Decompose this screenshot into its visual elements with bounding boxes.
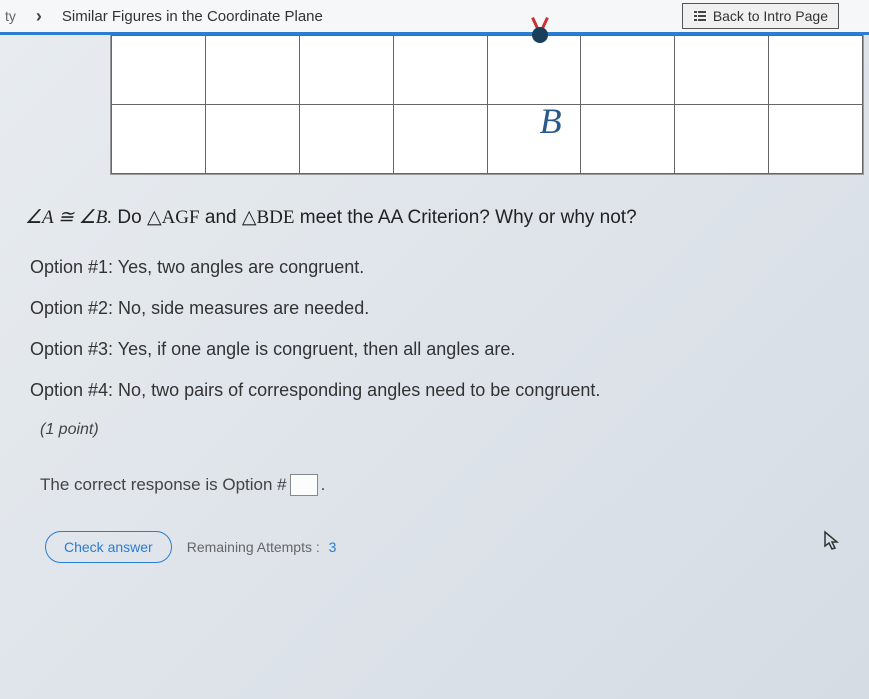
list-icon bbox=[693, 9, 707, 23]
back-to-intro-button[interactable]: Back to Intro Page bbox=[682, 3, 839, 29]
check-answer-button[interactable]: Check answer bbox=[45, 531, 172, 563]
response-suffix: . bbox=[321, 475, 326, 495]
question-content: ∠A ≅ ∠B. Do △AGF and △BDE meet the AA Cr… bbox=[0, 175, 869, 573]
answer-input[interactable] bbox=[290, 474, 318, 496]
cursor-icon bbox=[823, 530, 841, 558]
footer-row: Check answer Remaining Attempts : 3 bbox=[25, 531, 844, 563]
response-line: The correct response is Option # . bbox=[25, 474, 844, 496]
breadcrumb-title: Similar Figures in the Coordinate Plane bbox=[62, 8, 323, 25]
option-4: Option #4: No, two pairs of correspondin… bbox=[25, 380, 844, 401]
option-2: Option #2: No, side measures are needed. bbox=[25, 298, 844, 319]
points-label: (1 point) bbox=[25, 421, 844, 439]
question-text: ∠A ≅ ∠B. Do △AGF and △BDE meet the AA Cr… bbox=[25, 205, 844, 232]
remaining-attempts: Remaining Attempts : 3 bbox=[187, 539, 337, 555]
chevron-right-icon: › bbox=[36, 6, 42, 27]
breadcrumb-prev: ty bbox=[0, 8, 16, 24]
response-prefix: The correct response is Option # bbox=[40, 475, 287, 495]
option-1: Option #1: Yes, two angles are congruent… bbox=[25, 257, 844, 278]
option-3: Option #3: Yes, if one angle is congruen… bbox=[25, 339, 844, 360]
coordinate-grid: B bbox=[110, 35, 864, 175]
point-b-marker bbox=[532, 27, 548, 43]
grid-table bbox=[111, 35, 863, 174]
header-bar: ty › Similar Figures in the Coordinate P… bbox=[0, 0, 869, 35]
back-button-label: Back to Intro Page bbox=[713, 8, 828, 24]
point-b-label: B bbox=[540, 100, 562, 142]
